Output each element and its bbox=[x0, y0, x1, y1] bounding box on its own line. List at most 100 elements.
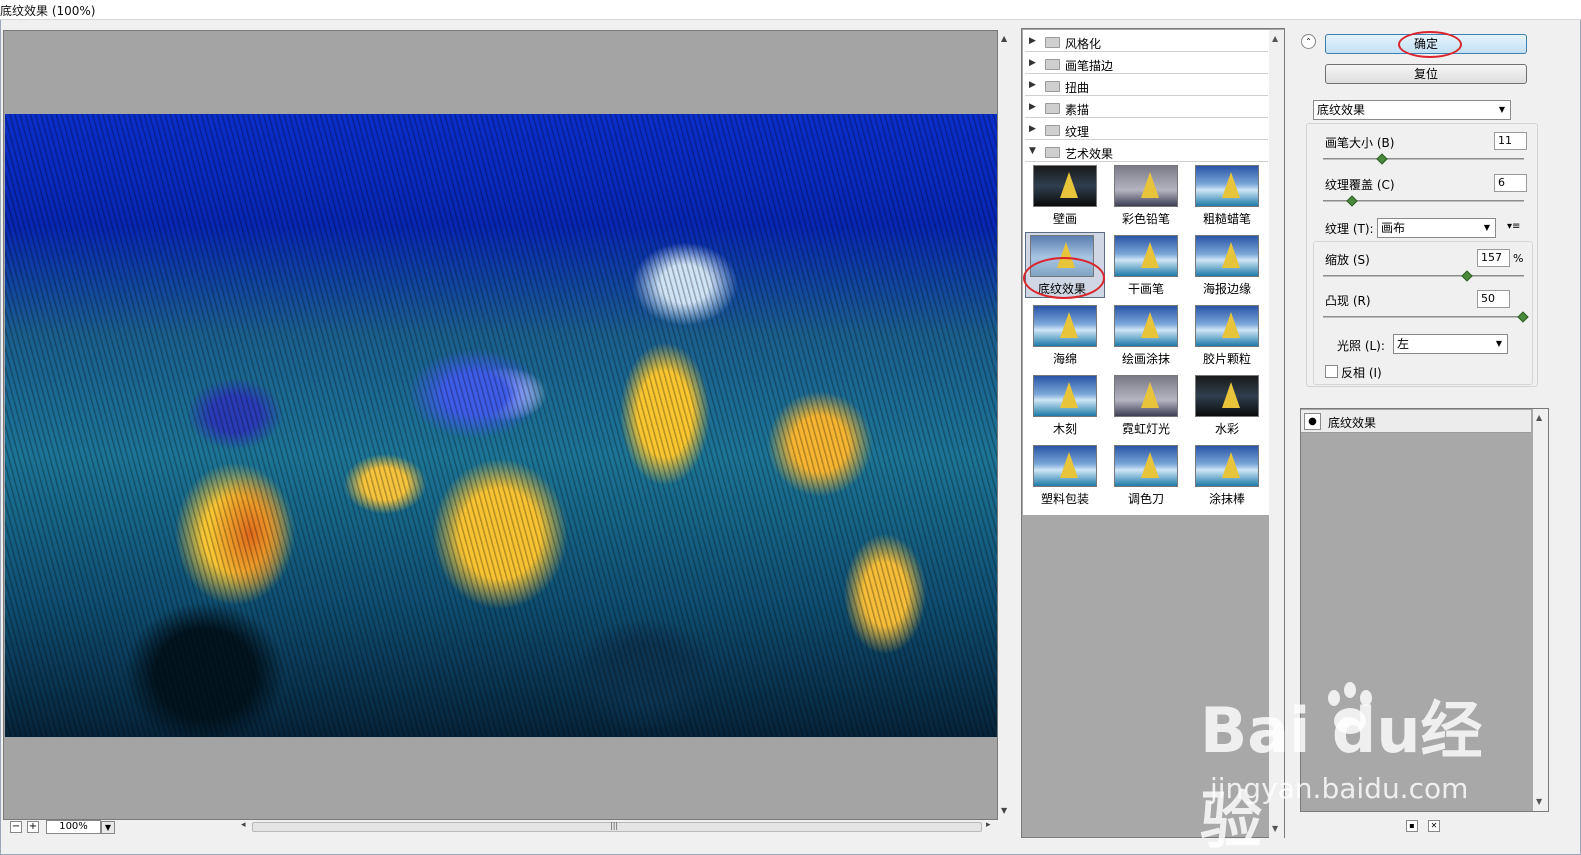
preview-horizontal-scrollbar[interactable]: ◂ ||| ▸ bbox=[238, 820, 998, 835]
zoom-level-field[interactable]: 100% bbox=[46, 820, 101, 834]
open-folder-icon bbox=[1045, 147, 1060, 158]
category-texture[interactable]: ▶ 纹理 bbox=[1025, 120, 1268, 140]
invert-checkbox[interactable] bbox=[1325, 365, 1338, 378]
relief-slider[interactable] bbox=[1323, 316, 1524, 318]
category-label: 画笔描边 bbox=[1065, 59, 1114, 73]
reset-button[interactable]: 复位 bbox=[1325, 64, 1527, 84]
filter-thumb-label: 海报边缘 bbox=[1202, 282, 1251, 296]
brush-size-slider-thumb[interactable] bbox=[1376, 153, 1388, 165]
layers-scrollbar[interactable]: ▲ ▼ bbox=[1533, 409, 1548, 811]
filter-thumb-paint-daubs[interactable]: 绘画涂抹 bbox=[1110, 303, 1186, 369]
zoom-in-button[interactable]: + bbox=[27, 821, 39, 833]
collapse-triangle-icon[interactable]: ▼ bbox=[1029, 146, 1036, 156]
filter-preview-image bbox=[1114, 305, 1178, 347]
preview-image bbox=[5, 114, 997, 737]
brush-size-slider[interactable] bbox=[1323, 158, 1524, 160]
filter-thumb-label: 调色刀 bbox=[1127, 492, 1164, 506]
filter-thumb-plastic-wrap[interactable]: 塑料包装 bbox=[1029, 443, 1105, 509]
zoom-out-button[interactable]: − bbox=[10, 821, 22, 833]
category-stylize[interactable]: ▶ 风格化 bbox=[1025, 32, 1268, 52]
window-title: 底纹效果 (100%) bbox=[0, 4, 96, 18]
scaling-label: 缩放 (S) bbox=[1325, 253, 1370, 267]
filter-thumb-label: 绘画涂抹 bbox=[1121, 352, 1170, 366]
filter-thumb-fresco[interactable]: 壁画 bbox=[1029, 163, 1105, 229]
scroll-left-icon[interactable]: ◂ bbox=[241, 820, 246, 830]
scroll-up-icon[interactable]: ▲ bbox=[1001, 34, 1007, 43]
scaling-slider[interactable] bbox=[1323, 275, 1524, 277]
texture-label: 纹理 (T): bbox=[1325, 222, 1374, 236]
filter-preview-image bbox=[1114, 235, 1178, 277]
category-artistic[interactable]: ▼ 艺术效果 bbox=[1025, 142, 1268, 162]
filter-thumb-neon-glow[interactable]: 霓虹灯光 bbox=[1110, 373, 1186, 439]
filter-thumb-cutout[interactable]: 木刻 bbox=[1029, 373, 1105, 439]
filter-preview-image bbox=[1033, 445, 1097, 487]
invert-label: 反相 (I) bbox=[1341, 366, 1382, 380]
filter-thumb-watercolor[interactable]: 水彩 bbox=[1191, 373, 1267, 439]
texture-menu-icon[interactable]: ▾≡ bbox=[1507, 221, 1520, 232]
category-brush-strokes[interactable]: ▶ 画笔描边 bbox=[1025, 54, 1268, 74]
scroll-up-icon[interactable]: ▲ bbox=[1272, 34, 1278, 43]
filter-thumb-label: 胶片颗粒 bbox=[1202, 352, 1251, 366]
expand-triangle-icon[interactable]: ▶ bbox=[1029, 80, 1036, 90]
light-select[interactable]: 左 ▼ bbox=[1393, 334, 1508, 354]
filter-preview-image bbox=[1195, 165, 1259, 207]
filter-thumb-film-grain[interactable]: 胶片颗粒 bbox=[1191, 303, 1267, 369]
filter-select[interactable]: 底纹效果 ▼ bbox=[1313, 100, 1511, 120]
scroll-down-icon[interactable]: ▼ bbox=[1536, 797, 1542, 806]
chevron-down-icon: ▼ bbox=[1498, 105, 1506, 114]
expand-triangle-icon[interactable]: ▶ bbox=[1029, 102, 1036, 112]
filter-thumb-colored-pencil[interactable]: 彩色铅笔 bbox=[1110, 163, 1186, 229]
category-label: 风格化 bbox=[1065, 37, 1102, 51]
texture-coverage-label: 纹理覆盖 (C) bbox=[1325, 178, 1395, 192]
filter-thumb-smudge-stick[interactable]: 涂抹棒 bbox=[1191, 443, 1267, 509]
filter-thumb-rough-pastels[interactable]: 粗糙蜡笔 bbox=[1191, 163, 1267, 229]
watermark-url: jingyan.baidu.com bbox=[1210, 772, 1469, 805]
filter-thumb-poster-edges[interactable]: 海报边缘 bbox=[1191, 233, 1267, 299]
category-sketch[interactable]: ▶ 素描 bbox=[1025, 98, 1268, 118]
folder-icon bbox=[1045, 103, 1060, 114]
preview-vertical-scrollbar[interactable]: ▲ ▼ bbox=[998, 30, 1014, 820]
texture-coverage-slider-thumb[interactable] bbox=[1346, 195, 1358, 207]
texture-select[interactable]: 画布 ▼ bbox=[1377, 218, 1496, 238]
eye-icon[interactable]: ● bbox=[1304, 413, 1321, 430]
expand-triangle-icon[interactable]: ▶ bbox=[1029, 58, 1036, 68]
relief-input[interactable]: 50 bbox=[1477, 290, 1510, 308]
highlight-circle bbox=[1023, 257, 1105, 299]
scaling-input[interactable]: 157 bbox=[1477, 249, 1510, 267]
collapse-panel-icon[interactable]: ⌃ bbox=[1301, 34, 1316, 49]
filter-thumb-palette-knife[interactable]: 调色刀 bbox=[1110, 443, 1186, 509]
folder-icon bbox=[1045, 59, 1060, 70]
texture-select-value: 画布 bbox=[1381, 221, 1406, 235]
filter-preview-image bbox=[1195, 305, 1259, 347]
filter-thumb-label: 干画笔 bbox=[1127, 282, 1164, 296]
filter-preview-image bbox=[1114, 375, 1178, 417]
expand-triangle-icon[interactable]: ▶ bbox=[1029, 36, 1036, 46]
scroll-down-icon[interactable]: ▼ bbox=[1001, 806, 1007, 815]
chevron-down-icon: ▼ bbox=[1483, 223, 1491, 232]
category-label: 艺术效果 bbox=[1065, 147, 1114, 161]
texture-coverage-input[interactable]: 6 bbox=[1494, 174, 1527, 192]
category-distort[interactable]: ▶ 扭曲 bbox=[1025, 76, 1268, 96]
scroll-up-icon[interactable]: ▲ bbox=[1536, 413, 1542, 422]
light-label: 光照 (L): bbox=[1337, 339, 1385, 353]
scroll-grip-icon: ||| bbox=[610, 821, 619, 830]
scroll-right-icon[interactable]: ▸ bbox=[986, 820, 991, 830]
filter-thumb-sponge[interactable]: 海绵 bbox=[1029, 303, 1105, 369]
preview-pane[interactable] bbox=[3, 30, 998, 820]
filter-preview-image bbox=[1033, 165, 1097, 207]
filter-preview-image bbox=[1195, 445, 1259, 487]
category-label: 纹理 bbox=[1065, 125, 1090, 139]
filter-thumb-dry-brush[interactable]: 干画笔 bbox=[1110, 233, 1186, 299]
title-bar: 底纹效果 (100%) bbox=[0, 0, 1581, 20]
brush-size-input[interactable]: 11 bbox=[1494, 132, 1527, 150]
filter-select-value: 底纹效果 bbox=[1317, 103, 1366, 117]
filter-thumb-label: 粗糙蜡笔 bbox=[1202, 212, 1251, 226]
preview-bottom-bar: − + 100% ▼ ◂ ||| ▸ bbox=[3, 820, 998, 835]
filter-parameters: 画笔大小 (B) 11 纹理覆盖 (C) 6 纹理 (T): 画布 ▼ ▾≡ 缩… bbox=[1306, 123, 1538, 387]
expand-triangle-icon[interactable]: ▶ bbox=[1029, 124, 1036, 134]
category-label: 素描 bbox=[1065, 103, 1090, 117]
effect-layer-item[interactable]: ● 底纹效果 bbox=[1301, 410, 1531, 433]
zoom-dropdown-button[interactable]: ▼ bbox=[101, 821, 115, 834]
folder-icon bbox=[1045, 81, 1060, 92]
filter-preview-image bbox=[1114, 165, 1178, 207]
